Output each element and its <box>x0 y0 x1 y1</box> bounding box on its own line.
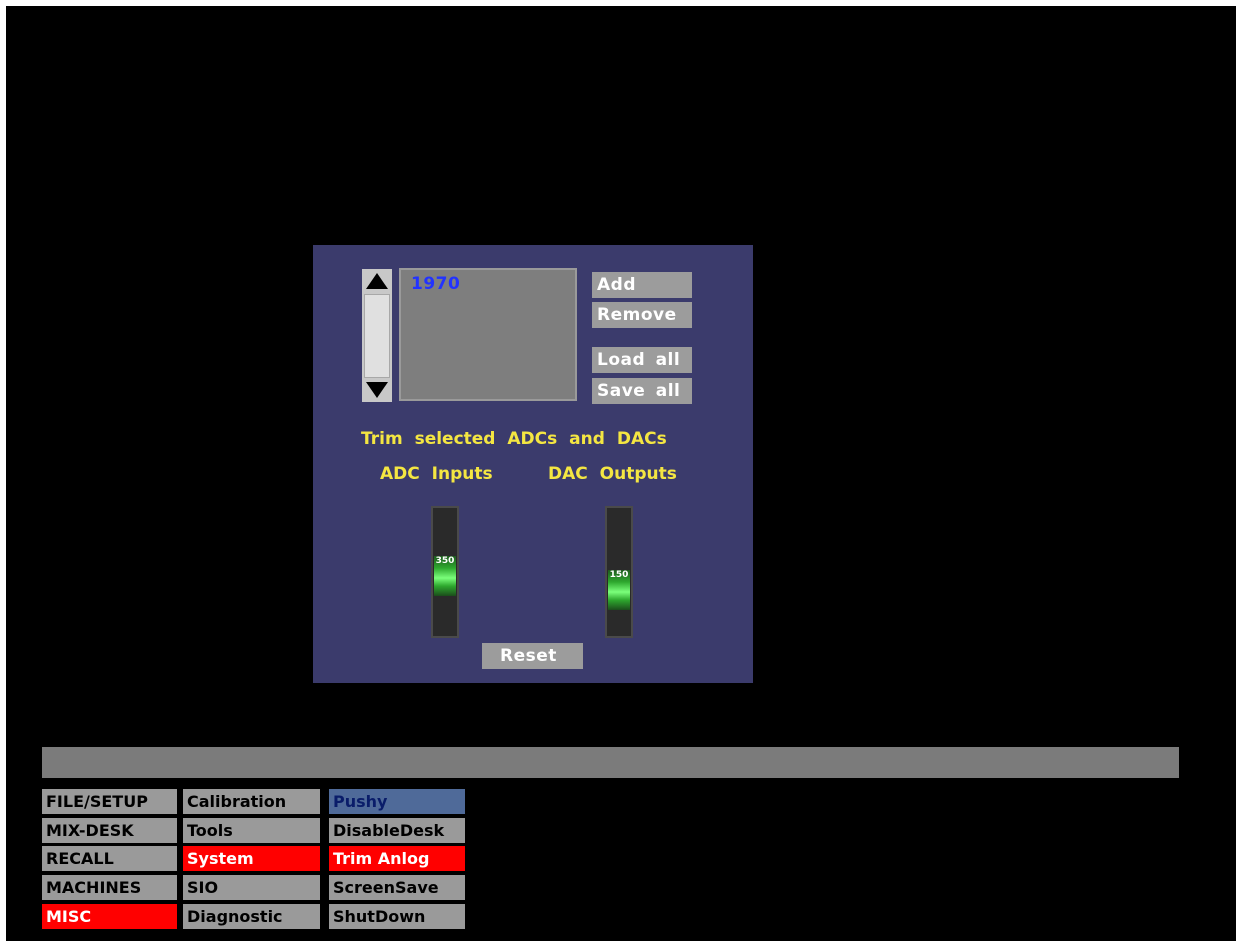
adc-fader[interactable]: 350 <box>431 506 459 638</box>
load-all-button[interactable]: Load all <box>592 347 692 373</box>
menu-col3-item[interactable]: DisableDesk <box>329 818 465 843</box>
menu-col2-item[interactable]: SIO <box>183 875 320 900</box>
menu-col1-item[interactable]: FILE/SETUP <box>42 789 177 814</box>
arrow-up-icon <box>366 273 388 289</box>
menu-col1-item[interactable]: MACHINES <box>42 875 177 900</box>
add-button[interactable]: Add <box>592 272 692 298</box>
save-all-button[interactable]: Save all <box>592 378 692 404</box>
menu-col2-item[interactable]: Diagnostic <box>183 904 320 929</box>
reset-button[interactable]: Reset <box>482 643 583 669</box>
adc-fader-knob[interactable]: 350 <box>434 556 456 596</box>
adc-inputs-label: ADC Inputs <box>380 464 493 484</box>
arrow-down-icon <box>366 382 388 398</box>
dac-fader[interactable]: 150 <box>605 506 633 638</box>
menu-col2-item[interactable]: System <box>183 846 320 871</box>
menu-col3-item[interactable]: Pushy <box>329 789 465 814</box>
dac-fader-value: 150 <box>609 570 629 580</box>
menu-col3-item[interactable]: ShutDown <box>329 904 465 929</box>
adc-fader-value: 350 <box>435 556 455 566</box>
preset-list[interactable]: 1970 <box>399 268 577 401</box>
scroll-up-button[interactable] <box>362 269 392 293</box>
remove-button[interactable]: Remove <box>592 302 692 328</box>
menu-col2-item[interactable]: Calibration <box>183 789 320 814</box>
scroll-thumb[interactable] <box>364 294 390 378</box>
list-item[interactable]: 1970 <box>411 274 460 294</box>
menu-col3-item[interactable]: ScreenSave <box>329 875 465 900</box>
menu-col1-item[interactable]: MISC <box>42 904 177 929</box>
dac-fader-knob[interactable]: 150 <box>608 570 630 610</box>
dac-outputs-label: DAC Outputs <box>548 464 677 484</box>
menu-col1-item[interactable]: MIX-DESK <box>42 818 177 843</box>
menu-col2-item[interactable]: Tools <box>183 818 320 843</box>
status-bar <box>42 747 1179 778</box>
list-scrollbar[interactable] <box>362 269 392 402</box>
menu-col1-item[interactable]: RECALL <box>42 846 177 871</box>
scroll-down-button[interactable] <box>362 378 392 402</box>
dialog-heading: Trim selected ADCs and DACs <box>361 429 667 449</box>
menu-col3-item[interactable]: Trim Anlog <box>329 846 465 871</box>
